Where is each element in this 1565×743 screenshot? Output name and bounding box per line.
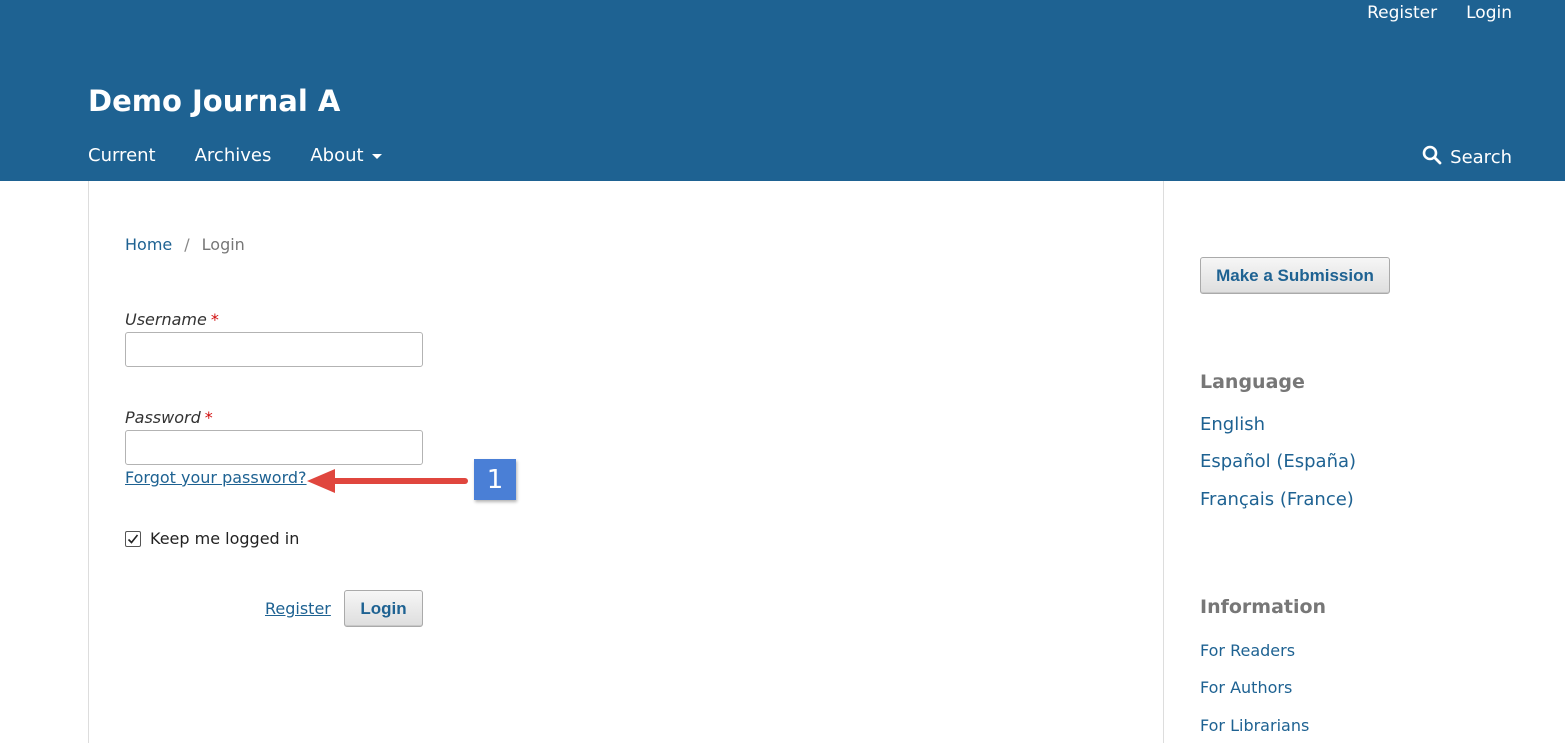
breadcrumb: Home / Login xyxy=(125,235,245,254)
primary-nav: Current Archives About xyxy=(88,145,382,166)
content-border-right xyxy=(1163,181,1164,743)
required-mark: * xyxy=(210,310,219,329)
site-title[interactable]: Demo Journal A xyxy=(88,84,340,118)
site-header: Register Login Demo Journal A Current Ar… xyxy=(0,0,1565,181)
forgot-password-link[interactable]: Forgot your password? xyxy=(125,468,307,487)
info-for-readers[interactable]: For Readers xyxy=(1200,641,1295,660)
search-icon xyxy=(1422,145,1442,170)
content-border-left xyxy=(88,181,89,743)
checkmark-icon xyxy=(127,534,139,544)
nav-about-label: About xyxy=(310,145,364,166)
language-heading: Language xyxy=(1200,371,1305,393)
language-english[interactable]: English xyxy=(1200,414,1265,435)
username-label: Username * xyxy=(125,310,219,329)
breadcrumb-home[interactable]: Home xyxy=(125,235,172,254)
search-link[interactable]: Search xyxy=(1422,145,1512,170)
language-french[interactable]: Français (France) xyxy=(1200,489,1354,510)
breadcrumb-current: Login xyxy=(201,235,245,254)
info-for-authors[interactable]: For Authors xyxy=(1200,678,1292,697)
info-for-librarians[interactable]: For Librarians xyxy=(1200,716,1309,735)
register-link[interactable]: Register xyxy=(265,599,331,618)
make-submission-button[interactable]: Make a Submission xyxy=(1200,257,1390,294)
header-login-link[interactable]: Login xyxy=(1466,3,1512,23)
login-button[interactable]: Login xyxy=(344,590,423,627)
caret-down-icon xyxy=(371,154,382,159)
search-label: Search xyxy=(1450,147,1512,168)
username-label-text: Username xyxy=(125,310,207,329)
password-label: Password * xyxy=(125,408,213,427)
password-input[interactable] xyxy=(125,430,423,465)
nav-current[interactable]: Current xyxy=(88,145,156,166)
nav-archives[interactable]: Archives xyxy=(195,145,272,166)
keep-logged-in-checkbox[interactable] xyxy=(125,530,141,547)
keep-logged-in[interactable]: Keep me logged in xyxy=(125,529,299,548)
information-heading: Information xyxy=(1200,596,1327,618)
keep-logged-in-label: Keep me logged in xyxy=(150,529,300,548)
annotation-arrow-icon xyxy=(307,469,468,493)
required-mark: * xyxy=(204,408,213,427)
nav-about[interactable]: About xyxy=(310,145,382,166)
user-nav: Register Login xyxy=(1367,3,1512,23)
header-register-link[interactable]: Register xyxy=(1367,3,1437,23)
breadcrumb-separator: / xyxy=(184,235,190,254)
language-spanish[interactable]: Español (España) xyxy=(1200,451,1356,472)
password-label-text: Password xyxy=(125,408,201,427)
annotation-badge: 1 xyxy=(474,459,516,500)
username-input[interactable] xyxy=(125,332,423,367)
